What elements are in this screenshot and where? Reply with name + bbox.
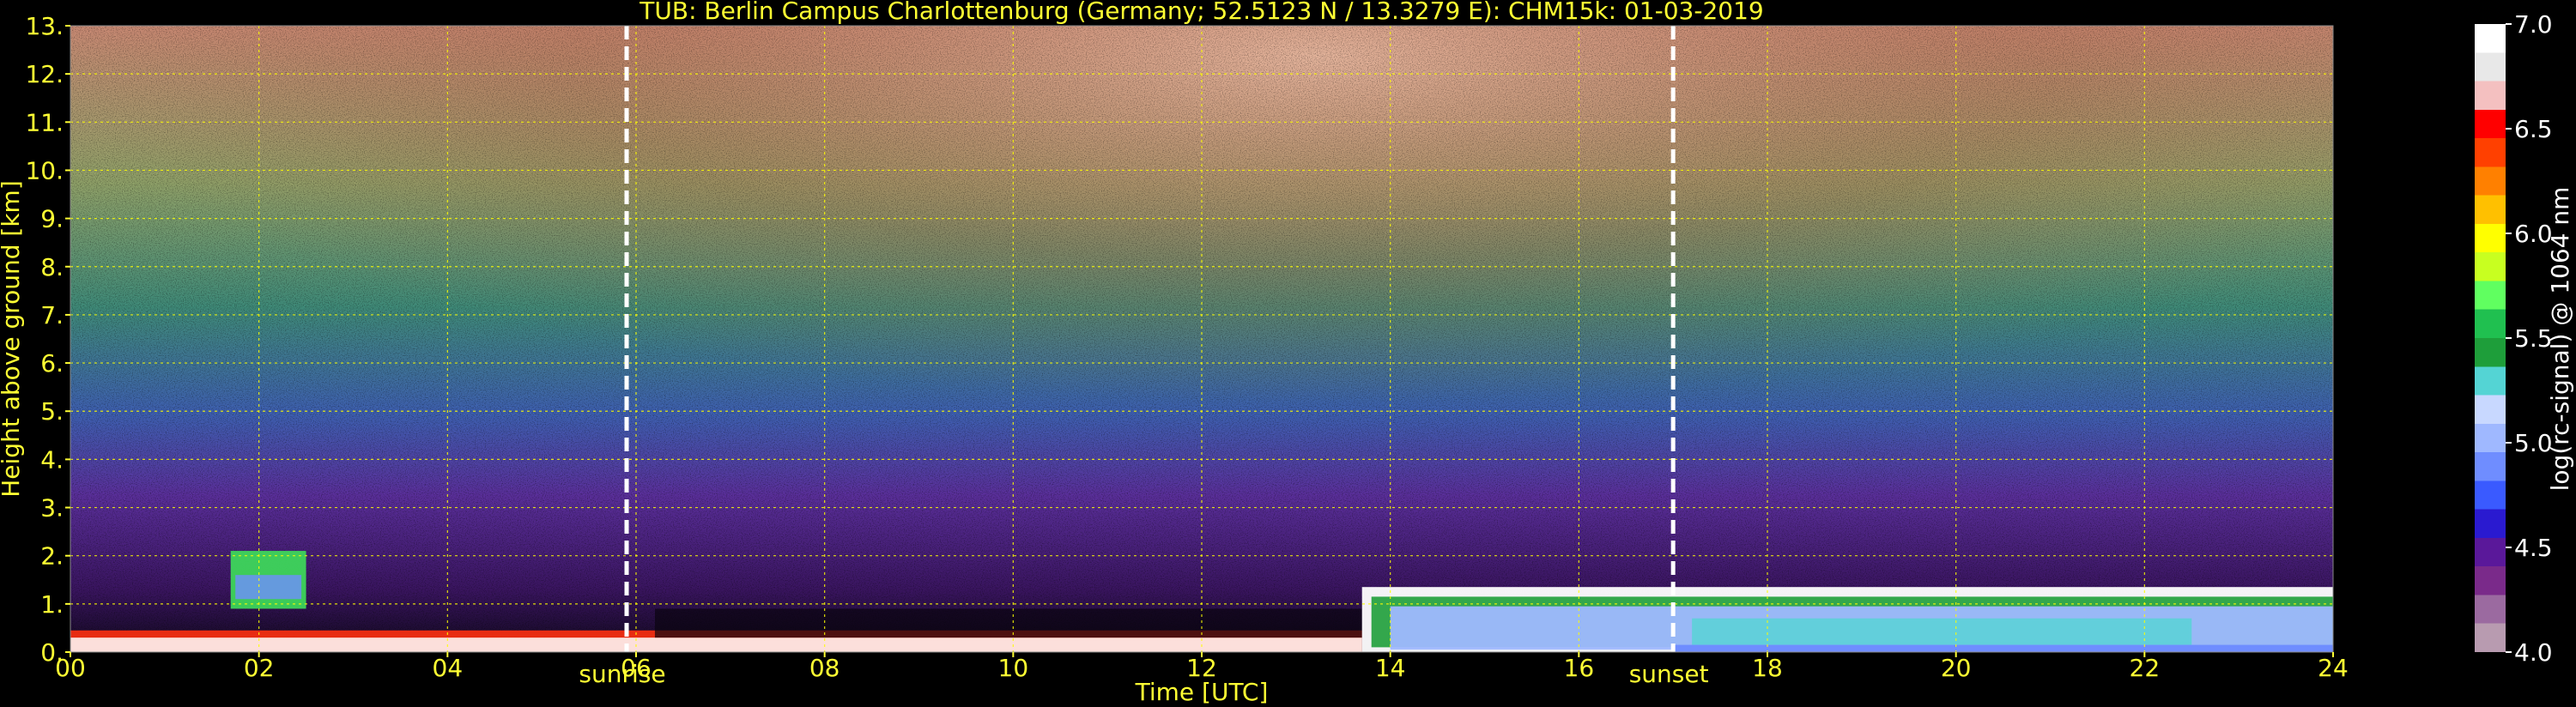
y-tick-label: 6. xyxy=(40,349,64,378)
y-tick-label: 4. xyxy=(40,445,64,474)
low-cloud-core xyxy=(235,575,302,600)
x-tick-label: 20 xyxy=(1941,654,1972,682)
x-tick-label: 24 xyxy=(2318,654,2349,682)
plot-area: sunrise sunset xyxy=(70,25,2334,688)
x-tick-label: 22 xyxy=(2130,654,2161,682)
x-tick-label: 14 xyxy=(1375,654,1406,682)
colorbar-label: log(rc-signal) @ 1064 nm xyxy=(2546,187,2574,492)
y-tick-label: 12. xyxy=(25,60,64,88)
ceilometer-chart: sunrise sunset TUB: Berlin Campus Charlot… xyxy=(0,0,2574,706)
y-tick-label: 11. xyxy=(25,108,64,136)
clear-transition-zone xyxy=(654,608,1362,638)
y-tick-label: 7. xyxy=(40,301,64,329)
colorbar-tick-label: 6.5 xyxy=(2514,115,2553,143)
surface-layer xyxy=(1673,644,2333,652)
y-axis-label: Height above ground [km] xyxy=(0,180,25,498)
x-axis-label: Time [UTC] xyxy=(1135,678,1269,706)
nocturnal-layer-core xyxy=(70,638,1362,652)
y-tick-label: 13. xyxy=(25,12,64,40)
y-tick-label: 2. xyxy=(40,542,64,571)
colorbar-tick-label: 7.0 xyxy=(2514,10,2553,39)
colorbar-scale xyxy=(2475,24,2506,652)
colorbar-tick-label: 4.0 xyxy=(2514,638,2553,667)
chart-title: TUB: Berlin Campus Charlottenburg (Germa… xyxy=(639,0,1763,25)
colorbar-tick-label: 4.5 xyxy=(2514,534,2553,562)
y-tick-label: 3. xyxy=(40,494,64,523)
x-tick-label: 18 xyxy=(1752,654,1783,682)
colorbar: 4.04.55.05.56.06.57.0 log(rc-signal) @ 1… xyxy=(2475,10,2574,667)
sunset-label: sunset xyxy=(1629,660,1709,688)
x-tick-label: 06 xyxy=(621,654,652,682)
y-tick-label: 8. xyxy=(40,253,64,281)
y-axis-ticks: 0. 1. 2. 3. 4. 5. 6. 7. 8. 9. 10. 11. 12. 13. xyxy=(25,12,70,667)
x-tick-label: 10 xyxy=(998,654,1029,682)
y-tick-label: 9. xyxy=(40,205,64,233)
x-tick-label: 04 xyxy=(433,654,464,682)
y-tick-label: 10. xyxy=(25,156,64,184)
y-tick-label: 5. xyxy=(40,397,64,426)
x-tick-label: 16 xyxy=(1564,654,1595,682)
y-tick-label: 0. xyxy=(40,638,64,667)
y-tick-label: 1. xyxy=(40,590,64,619)
x-tick-label: 02 xyxy=(244,654,275,682)
x-tick-label: 08 xyxy=(809,654,840,682)
